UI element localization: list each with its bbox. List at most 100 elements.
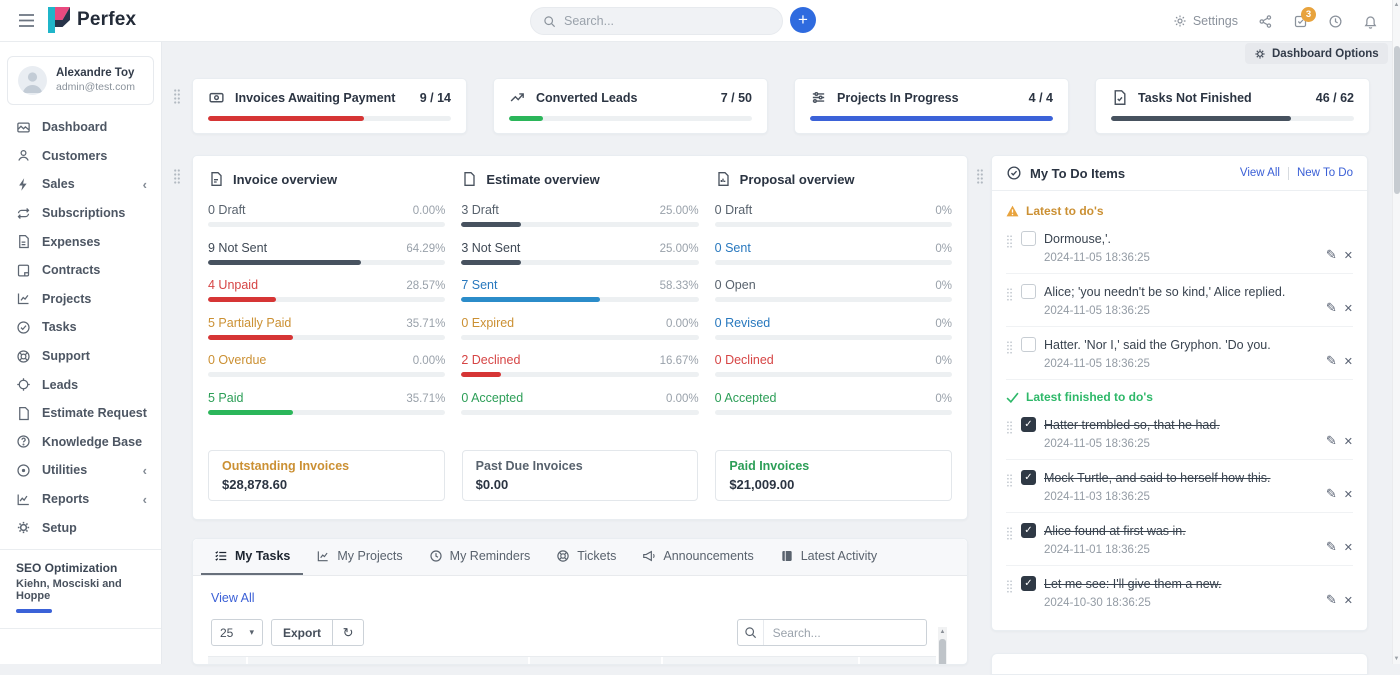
todo-checkbox-checked[interactable]: ✓ xyxy=(1021,417,1036,432)
drag-handle-icon[interactable] xyxy=(173,168,181,184)
todo-view-all-link[interactable]: View All xyxy=(1240,167,1280,179)
tab-my-reminders[interactable]: My Reminders xyxy=(416,539,544,575)
sidebar-item-expenses[interactable]: Expenses xyxy=(0,227,161,256)
tab-tickets[interactable]: Tickets xyxy=(543,539,629,575)
delete-icon[interactable]: ✕ xyxy=(1344,488,1353,501)
page-scrollbar[interactable]: ▲ ▼ xyxy=(1392,0,1400,664)
sliders-icon xyxy=(810,89,827,106)
edit-icon[interactable]: ✎ xyxy=(1326,353,1337,369)
delete-icon[interactable]: ✕ xyxy=(1344,594,1353,607)
drag-handle-icon[interactable] xyxy=(1006,340,1013,354)
scroll-down-arrow-icon[interactable]: ▼ xyxy=(1393,654,1400,664)
sidebar-item-projects[interactable]: Projects xyxy=(0,285,161,314)
todo-text: Let me see: I'll give them a new. xyxy=(1044,577,1221,591)
edit-icon[interactable]: ✎ xyxy=(1326,433,1337,449)
page-size-select[interactable]: 25 ▾ xyxy=(211,619,263,646)
timer-icon[interactable] xyxy=(1328,14,1343,29)
edit-icon[interactable]: ✎ xyxy=(1326,592,1337,608)
drag-handle-icon[interactable] xyxy=(173,88,181,104)
scroll-up-arrow-icon[interactable]: ▲ xyxy=(1393,0,1400,10)
dashboard-options-button[interactable]: Dashboard Options xyxy=(1245,43,1388,64)
user-card[interactable]: Alexandre Toy admin@test.com xyxy=(7,56,154,105)
tab-latest-activity[interactable]: Latest Activity xyxy=(767,539,890,575)
search-input[interactable] xyxy=(564,14,770,28)
todo-checklist-icon[interactable]: 3 xyxy=(1293,14,1308,29)
edit-icon[interactable]: ✎ xyxy=(1326,539,1337,555)
stat-progress-track xyxy=(509,116,752,121)
todo-checkbox-checked[interactable]: ✓ xyxy=(1021,470,1036,485)
delete-icon[interactable]: ✕ xyxy=(1344,249,1353,262)
status-percent: 0% xyxy=(935,205,952,217)
todo-checkbox-checked[interactable]: ✓ xyxy=(1021,523,1036,538)
sidebar-item-reports[interactable]: Reports ‹ xyxy=(0,485,161,514)
menu-toggle-icon[interactable] xyxy=(18,13,35,28)
stat-card-converted-leads[interactable]: Converted Leads 7 / 50 xyxy=(493,78,768,134)
tasks-view-all-link[interactable]: View All xyxy=(211,591,949,605)
check-icon: ✓ xyxy=(1024,419,1032,430)
stat-card-tasks-not-finished[interactable]: Tasks Not Finished 46 / 62 xyxy=(1095,78,1370,134)
sidebar-item-support[interactable]: Support xyxy=(0,342,161,371)
quick-create-button[interactable]: + xyxy=(790,7,816,33)
status-percent: 16.67% xyxy=(660,355,699,367)
customers-icon xyxy=(16,148,31,163)
stat-card-projects-in-progress[interactable]: Projects In Progress 4 / 4 xyxy=(794,78,1069,134)
share-icon[interactable] xyxy=(1258,14,1273,29)
tab-my-projects[interactable]: My Projects xyxy=(303,539,415,575)
scrollbar-thumb[interactable] xyxy=(939,639,946,665)
bell-icon[interactable] xyxy=(1363,14,1378,29)
scrollbar-thumb[interactable] xyxy=(1394,46,1400,194)
sidebar-item-dashboard[interactable]: Dashboard xyxy=(0,113,161,142)
global-search[interactable] xyxy=(530,7,783,35)
scroll-up-arrow-icon[interactable]: ▲ xyxy=(938,627,947,637)
drag-handle-icon[interactable] xyxy=(1006,473,1013,487)
settings-label: Settings xyxy=(1193,14,1238,28)
status-percent: 0% xyxy=(935,393,952,405)
edit-icon[interactable]: ✎ xyxy=(1326,486,1337,502)
brand-logo[interactable]: Perfex xyxy=(48,7,136,33)
sidebar-item-contracts[interactable]: Contracts xyxy=(0,256,161,285)
sidebar-item-subscriptions[interactable]: Subscriptions xyxy=(0,199,161,228)
new-todo-link[interactable]: New To Do xyxy=(1297,167,1353,179)
delete-icon[interactable]: ✕ xyxy=(1344,302,1353,315)
active-project-widget[interactable]: SEO Optimization Kiehn, Mosciski and Hop… xyxy=(0,557,161,621)
chevron-left-icon: ‹ xyxy=(143,492,147,507)
paid-invoices-box[interactable]: Paid Invoices $21,009.00 xyxy=(715,450,952,501)
tasks-search-input[interactable] xyxy=(764,626,926,640)
stat-card-invoices-awaiting[interactable]: Invoices Awaiting Payment 9 / 14 xyxy=(192,78,467,134)
outstanding-invoices-box[interactable]: Outstanding Invoices $28,878.60 xyxy=(208,450,445,501)
todo-checkbox[interactable] xyxy=(1021,337,1036,352)
sidebar-item-setup[interactable]: Setup xyxy=(0,513,161,542)
export-button[interactable]: Export xyxy=(272,620,333,645)
sidebar-item-estimate-request[interactable]: Estimate Request xyxy=(0,399,161,428)
drag-handle-icon[interactable] xyxy=(1006,526,1013,540)
drag-handle-icon[interactable] xyxy=(1006,234,1013,248)
tab-announcements[interactable]: Announcements xyxy=(629,539,766,575)
drag-handle-icon[interactable] xyxy=(1006,287,1013,301)
drag-handle-icon[interactable] xyxy=(1006,420,1013,434)
sidebar-item-leads[interactable]: Leads xyxy=(0,370,161,399)
status-percent: 35.71% xyxy=(406,393,445,405)
todo-checkbox-checked[interactable]: ✓ xyxy=(1021,576,1036,591)
drag-handle-icon[interactable] xyxy=(976,168,984,184)
refresh-button[interactable]: ↻ xyxy=(333,620,363,645)
tab-my-tasks[interactable]: My Tasks xyxy=(201,539,303,575)
sidebar-item-sales[interactable]: Sales ‹ xyxy=(0,170,161,199)
todo-checkbox[interactable] xyxy=(1021,231,1036,246)
sidebar-item-utilities[interactable]: Utilities ‹ xyxy=(0,456,161,485)
tasks-table-scrollbar[interactable]: ▲ xyxy=(938,627,947,664)
tasks-search[interactable] xyxy=(737,619,927,646)
delete-icon[interactable]: ✕ xyxy=(1344,435,1353,448)
tab-label: My Projects xyxy=(337,549,402,563)
sidebar-item-knowledge-base[interactable]: Knowledge Base xyxy=(0,428,161,457)
todo-checkbox[interactable] xyxy=(1021,284,1036,299)
delete-icon[interactable]: ✕ xyxy=(1344,355,1353,368)
drag-handle-icon[interactable] xyxy=(1006,579,1013,593)
edit-icon[interactable]: ✎ xyxy=(1326,300,1337,316)
sidebar-item-tasks[interactable]: Tasks xyxy=(0,313,161,342)
settings-button[interactable]: Settings xyxy=(1173,14,1238,28)
sidebar-item-customers[interactable]: Customers xyxy=(0,142,161,171)
delete-icon[interactable]: ✕ xyxy=(1344,541,1353,554)
stat-progress-fill xyxy=(1111,116,1291,121)
past-due-invoices-box[interactable]: Past Due Invoices $0.00 xyxy=(462,450,699,501)
edit-icon[interactable]: ✎ xyxy=(1326,247,1337,263)
